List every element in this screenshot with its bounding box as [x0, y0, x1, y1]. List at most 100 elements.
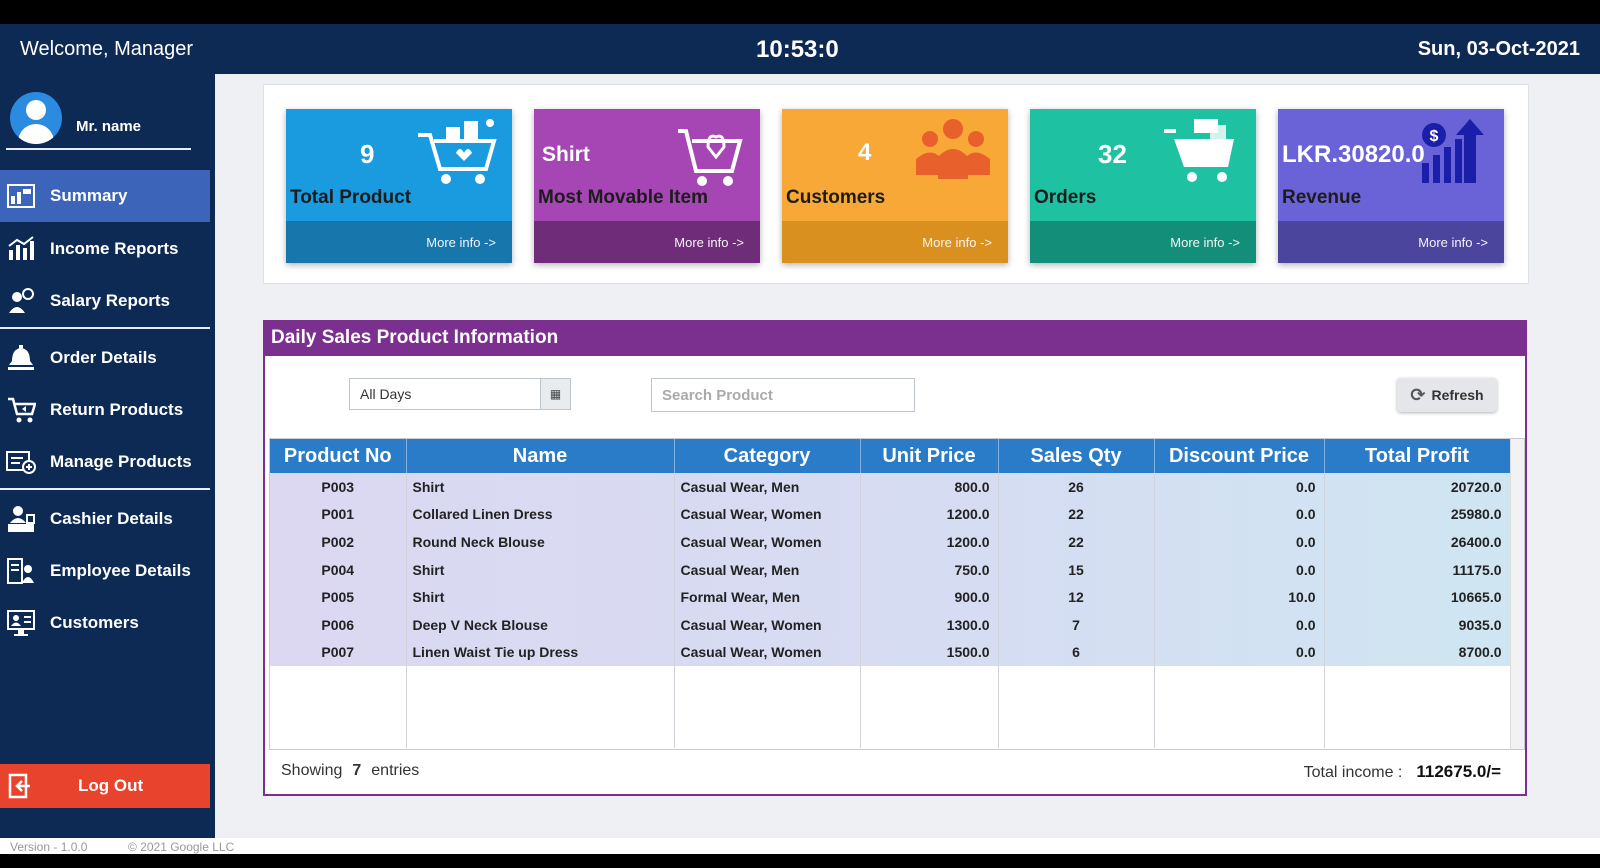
cell-product-no: P003	[270, 473, 407, 501]
cell-name: Shirt	[406, 555, 675, 584]
column-header-category[interactable]: Category	[674, 439, 861, 473]
cell-total-profit: 25980.0	[1324, 500, 1511, 529]
table-row[interactable]: P004 Shirt Casual Wear, Men 750.0 15 0.0…	[270, 555, 1511, 584]
cell-name: Shirt	[406, 583, 675, 611]
sidebar-item-return-products[interactable]: Return Products	[0, 384, 210, 436]
cell-category: Casual Wear, Men	[674, 555, 861, 584]
sidebar-item-label: Manage Products	[50, 452, 192, 471]
cell-category: Casual Wear, Women	[674, 638, 861, 667]
cell-product-no: P004	[270, 555, 407, 584]
cell-product-no: P002	[270, 528, 407, 556]
main-content: 9 Total Product More info -> Shirt Most …	[215, 74, 1600, 838]
table-header-row: Product No Name Category Unit Price Sale…	[270, 439, 1511, 473]
logout-button[interactable]: Log Out	[0, 764, 210, 808]
status-footer: Version - 1.0.0 © 2021 Google LLC	[0, 838, 1600, 854]
people-icon	[916, 119, 990, 179]
sidebar-item-salary-reports[interactable]: Salary Reports	[0, 275, 210, 327]
bar-chart-icon	[4, 234, 38, 264]
card-label: Customers	[786, 187, 886, 208]
more-info-label: More info ->	[426, 234, 496, 250]
sidebar-item-employee-details[interactable]: Employee Details	[0, 545, 210, 597]
card-most-movable-item: Shirt Most Movable Item More info ->	[534, 109, 760, 263]
empty-table-space	[270, 666, 1511, 749]
sidebar-item-customers[interactable]: Customers	[0, 597, 210, 649]
card-label: Total Product	[290, 187, 412, 208]
sales-table: Product No Name Category Unit Price Sale…	[269, 438, 1525, 750]
column-header-product-no[interactable]: Product No	[270, 439, 407, 473]
cell-sales-qty: 22	[998, 528, 1155, 556]
search-product-input[interactable]	[651, 378, 915, 412]
card-value: 32	[1098, 139, 1127, 169]
column-header-name[interactable]: Name	[406, 439, 675, 473]
refresh-icon: ⟳	[1410, 384, 1426, 405]
sidebar-item-label: Salary Reports	[50, 291, 170, 310]
sidebar-item-manage-products[interactable]: Manage Products	[0, 436, 210, 488]
cell-sales-qty: 22	[998, 500, 1155, 529]
income-label: Total income :	[1303, 764, 1403, 781]
cell-unit-price: 1200.0	[860, 528, 999, 556]
sidebar-item-label: Summary	[50, 186, 128, 205]
more-info-label: More info ->	[674, 234, 744, 250]
table-scrollbar[interactable]	[1510, 439, 1524, 749]
version-text: Version - 1.0.0	[10, 840, 88, 854]
more-info-label: More info ->	[1170, 234, 1240, 250]
cell-category: Formal Wear, Men	[674, 583, 861, 611]
card-value: Shirt	[542, 143, 590, 166]
card-label: Orders	[1034, 187, 1097, 208]
table-row[interactable]: P006 Deep V Neck Blouse Casual Wear, Wom…	[270, 610, 1511, 639]
return-cart-icon	[4, 395, 38, 425]
daily-sales-panel: Daily Sales Product Information All Days…	[263, 320, 1527, 796]
bell-icon	[4, 343, 38, 373]
cell-total-profit: 8700.0	[1324, 638, 1511, 667]
more-info-link[interactable]: More info ->	[286, 221, 512, 263]
table-row[interactable]: P001 Collared Linen Dress Casual Wear, W…	[270, 500, 1511, 529]
cell-sales-qty: 6	[998, 638, 1155, 667]
sidebar-item-cashier-details[interactable]: Cashier Details	[0, 493, 210, 545]
entries-count: Showing 7 entries	[281, 762, 419, 780]
more-info-label: More info ->	[922, 234, 992, 250]
showing-suffix: entries	[371, 762, 420, 779]
column-header-total-profit[interactable]: Total Profit	[1324, 439, 1511, 473]
cell-discount-price: 0.0	[1154, 473, 1325, 501]
sidebar-item-label: Income Reports	[50, 239, 179, 258]
user-name: Mr. name	[76, 118, 142, 135]
sidebar-item-order-details[interactable]: Order Details	[0, 332, 210, 384]
clock: 10:53:0	[756, 36, 839, 63]
more-info-link[interactable]: More info ->	[534, 221, 760, 263]
shopping-cart-icon	[1164, 119, 1234, 182]
salary-person-icon	[4, 286, 38, 316]
day-filter-select[interactable]: All Days ▦	[349, 378, 571, 410]
table-row[interactable]: P005 Shirt Formal Wear, Men 900.0 12 10.…	[270, 583, 1511, 611]
column-header-discount-price[interactable]: Discount Price	[1154, 439, 1325, 473]
cell-product-no: P007	[270, 638, 407, 667]
table-row[interactable]: P002 Round Neck Blouse Casual Wear, Wome…	[270, 528, 1511, 556]
cashier-icon	[4, 504, 38, 534]
refresh-label: Refresh	[1431, 387, 1484, 403]
more-info-link[interactable]: More info ->	[1030, 221, 1256, 263]
card-label: Most Movable Item	[538, 187, 708, 208]
sidebar-item-summary[interactable]: Summary	[0, 170, 210, 222]
more-info-link[interactable]: More info ->	[1278, 221, 1504, 263]
sidebar-item-label: Order Details	[50, 348, 157, 367]
cell-name: Round Neck Blouse	[406, 528, 675, 556]
card-value: LKR.30820.0	[1282, 141, 1425, 168]
cell-unit-price: 1500.0	[860, 638, 999, 667]
cart-icon	[418, 119, 497, 184]
more-info-label: More info ->	[1418, 234, 1488, 250]
table-row[interactable]: P003 Shirt Casual Wear, Men 800.0 26 0.0…	[270, 473, 1511, 501]
table-row[interactable]: P007 Linen Waist Tie up Dress Casual Wea…	[270, 638, 1511, 667]
cell-category: Casual Wear, Women	[674, 500, 861, 529]
cell-sales-qty: 12	[998, 583, 1155, 611]
column-header-unit-price[interactable]: Unit Price	[860, 439, 999, 473]
cell-name: Linen Waist Tie up Dress	[406, 638, 675, 667]
cell-total-profit: 10665.0	[1324, 583, 1511, 611]
more-info-link[interactable]: More info ->	[782, 221, 1008, 263]
column-header-sales-qty[interactable]: Sales Qty	[998, 439, 1155, 473]
cell-category: Casual Wear, Women	[674, 610, 861, 639]
refresh-button[interactable]: ⟳ Refresh	[1397, 378, 1497, 412]
sidebar-item-income-reports[interactable]: Income Reports	[0, 223, 210, 275]
cell-sales-qty: 7	[998, 610, 1155, 639]
svg-text:$: $	[1430, 128, 1439, 145]
calendar-icon[interactable]: ▦	[540, 379, 570, 409]
filter-value: All Days	[360, 386, 412, 402]
